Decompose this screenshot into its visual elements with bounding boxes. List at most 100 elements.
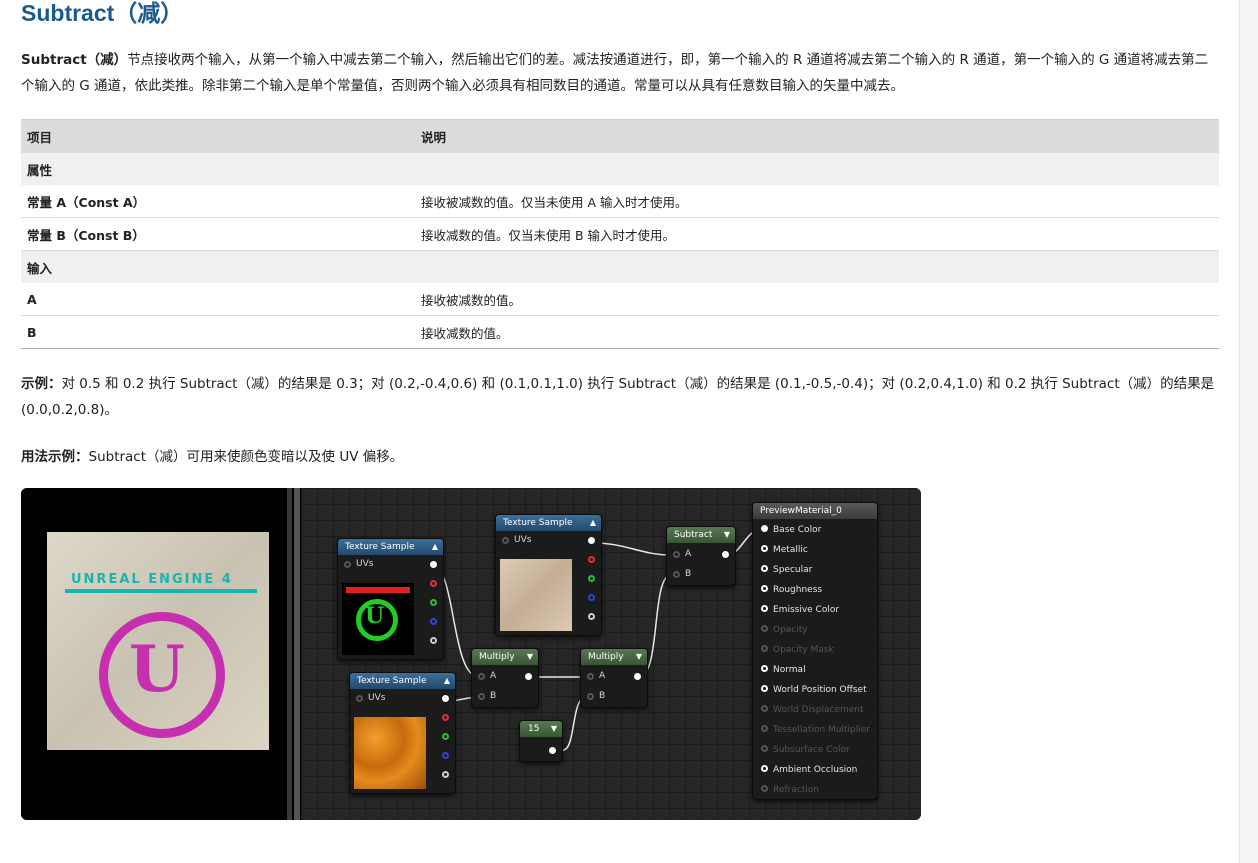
output-pin-rgb[interactable] <box>588 537 595 544</box>
example-label: 示例： <box>21 376 62 392</box>
material-input-metallic[interactable]: Metallic <box>761 545 808 555</box>
input-label: Opacity <box>773 625 808 635</box>
input-pin-a[interactable] <box>478 673 485 680</box>
pin-label-b: B <box>599 691 606 701</box>
material-input-world-position-offset[interactable]: World Position Offset <box>761 685 867 695</box>
input-label: Tessellation Multiplier <box>773 725 870 735</box>
material-input-opacity-mask: Opacity Mask <box>761 645 834 655</box>
material-input-normal[interactable]: Normal <box>761 665 806 675</box>
collapse-arrow-icon[interactable]: ▼ <box>636 649 642 665</box>
input-pin-b[interactable] <box>587 693 594 700</box>
output-pin-rgb[interactable] <box>442 695 449 702</box>
node-header: Texture Sample ▲ <box>338 539 443 555</box>
node-texture-sample-2[interactable]: Texture Sample ▲ UVs <box>495 514 602 636</box>
input-pin[interactable] <box>761 545 768 552</box>
input-label: Base Color <box>773 525 822 535</box>
texture-thumbnail-fire <box>354 717 426 789</box>
node-graph[interactable]: Texture Sample ▲ UVs U Texture Sample ▲ UV… <box>301 488 921 820</box>
table-section-row: 属性 <box>21 153 1219 185</box>
output-pin-a[interactable] <box>588 613 595 620</box>
output-pin-b[interactable] <box>430 618 437 625</box>
output-pin-rgb[interactable] <box>430 561 437 568</box>
input-pin-a[interactable] <box>673 551 680 558</box>
collapse-arrow-icon[interactable]: ▼ <box>551 721 557 737</box>
input-pin-b[interactable] <box>478 693 485 700</box>
output-pin-r[interactable] <box>588 556 595 563</box>
material-input-ambient-occlusion[interactable]: Ambient Occlusion <box>761 765 857 775</box>
row-item: 常量 B（Const B） <box>21 217 415 251</box>
table-section-row: 输入 <box>21 250 1219 283</box>
input-pin[interactable] <box>761 605 768 612</box>
input-label: Opacity Mask <box>773 645 834 655</box>
input-label: World Position Offset <box>773 685 867 695</box>
collapse-arrow-icon[interactable]: ▲ <box>444 673 450 689</box>
scrollbar-track[interactable] <box>1239 0 1258 863</box>
node-preview-material[interactable]: PreviewMaterial_0 Base Color Metallic Sp… <box>752 502 878 800</box>
input-pin[interactable] <box>761 525 768 532</box>
material-input-tessellation-multiplier: Tessellation Multiplier <box>761 725 870 735</box>
output-pin-g[interactable] <box>442 733 449 740</box>
material-input-specular[interactable]: Specular <box>761 565 812 575</box>
output-pin-b[interactable] <box>442 752 449 759</box>
node-title: Subtract <box>674 530 713 540</box>
row-desc: 接收减数的值。 <box>415 315 1219 349</box>
node-constant[interactable]: 15 ▼ <box>519 720 563 762</box>
input-pin[interactable] <box>761 685 768 692</box>
output-pin[interactable] <box>525 673 532 680</box>
node-subtract[interactable]: Subtract ▼ A B <box>666 526 736 586</box>
node-texture-sample-3[interactable]: Texture Sample ▲ UVs <box>349 672 456 794</box>
output-pin-r[interactable] <box>442 714 449 721</box>
input-pin <box>761 625 768 632</box>
example-paragraph: 示例：对 0.5 和 0.2 执行 Subtract（减）的结果是 0.3；对 … <box>21 371 1219 423</box>
material-input-base-color[interactable]: Base Color <box>761 525 821 535</box>
collapse-arrow-icon[interactable]: ▼ <box>527 649 533 665</box>
input-pin[interactable] <box>761 565 768 572</box>
output-pin[interactable] <box>549 747 556 754</box>
input-pin-b[interactable] <box>673 571 680 578</box>
input-pin-a[interactable] <box>587 673 594 680</box>
node-texture-sample-1[interactable]: Texture Sample ▲ UVs U <box>337 538 444 660</box>
thumb-red-bar <box>346 587 410 593</box>
pane-splitter[interactable] <box>294 488 300 820</box>
output-pin-g[interactable] <box>430 599 437 606</box>
output-pin-a[interactable] <box>430 637 437 644</box>
input-pin-uvs[interactable] <box>356 695 363 702</box>
node-title: Multiply <box>479 652 515 662</box>
output-pin-g[interactable] <box>588 575 595 582</box>
input-pin[interactable] <box>761 585 768 592</box>
input-pin[interactable] <box>761 665 768 672</box>
collapse-arrow-icon[interactable]: ▲ <box>432 539 438 555</box>
input-label: Roughness <box>773 585 823 595</box>
intro-text: 节点接收两个输入，从第一个输入中减去第二个输入，然后输出它们的差。减法按通道进行… <box>21 52 1209 94</box>
col-header-item: 项目 <box>21 119 415 153</box>
material-input-roughness[interactable]: Roughness <box>761 585 822 595</box>
output-pin[interactable] <box>634 673 641 680</box>
property-table: 项目 说明 属性 常量 A（Const A） 接收被减数的值。仅当未使用 A 输… <box>21 119 1219 349</box>
input-label: Specular <box>773 565 813 575</box>
output-pin-b[interactable] <box>588 594 595 601</box>
output-pin[interactable] <box>722 551 729 558</box>
pane-divider <box>287 488 292 820</box>
output-pin-r[interactable] <box>430 580 437 587</box>
constant-value: 15 <box>528 724 540 734</box>
input-pin[interactable] <box>761 765 768 772</box>
texture-thumbnail-logo: U <box>342 583 414 655</box>
input-pin <box>761 705 768 712</box>
material-input-refraction: Refraction <box>761 785 819 795</box>
collapse-arrow-icon[interactable]: ▼ <box>724 527 730 543</box>
pin-label-uvs: UVs <box>514 535 532 545</box>
pin-label-uvs: UVs <box>368 693 386 703</box>
node-multiply-1[interactable]: Multiply ▼ A B <box>471 648 539 708</box>
collapse-arrow-icon[interactable]: ▲ <box>590 515 596 531</box>
pin-label-uvs: UVs <box>356 559 374 569</box>
preview-stripe <box>65 589 257 593</box>
pin-label-a: A <box>685 549 692 559</box>
row-desc: 接收减数的值。仅当未使用 B 输入时才使用。 <box>415 217 1219 251</box>
usage-label: 用法示例： <box>21 449 89 465</box>
node-multiply-2[interactable]: Multiply ▼ A B <box>580 648 648 708</box>
input-pin-uvs[interactable] <box>344 561 351 568</box>
material-input-emissive-color[interactable]: Emissive Color <box>761 605 839 615</box>
col-header-desc: 说明 <box>415 119 1219 153</box>
input-pin-uvs[interactable] <box>502 537 509 544</box>
output-pin-a[interactable] <box>442 771 449 778</box>
